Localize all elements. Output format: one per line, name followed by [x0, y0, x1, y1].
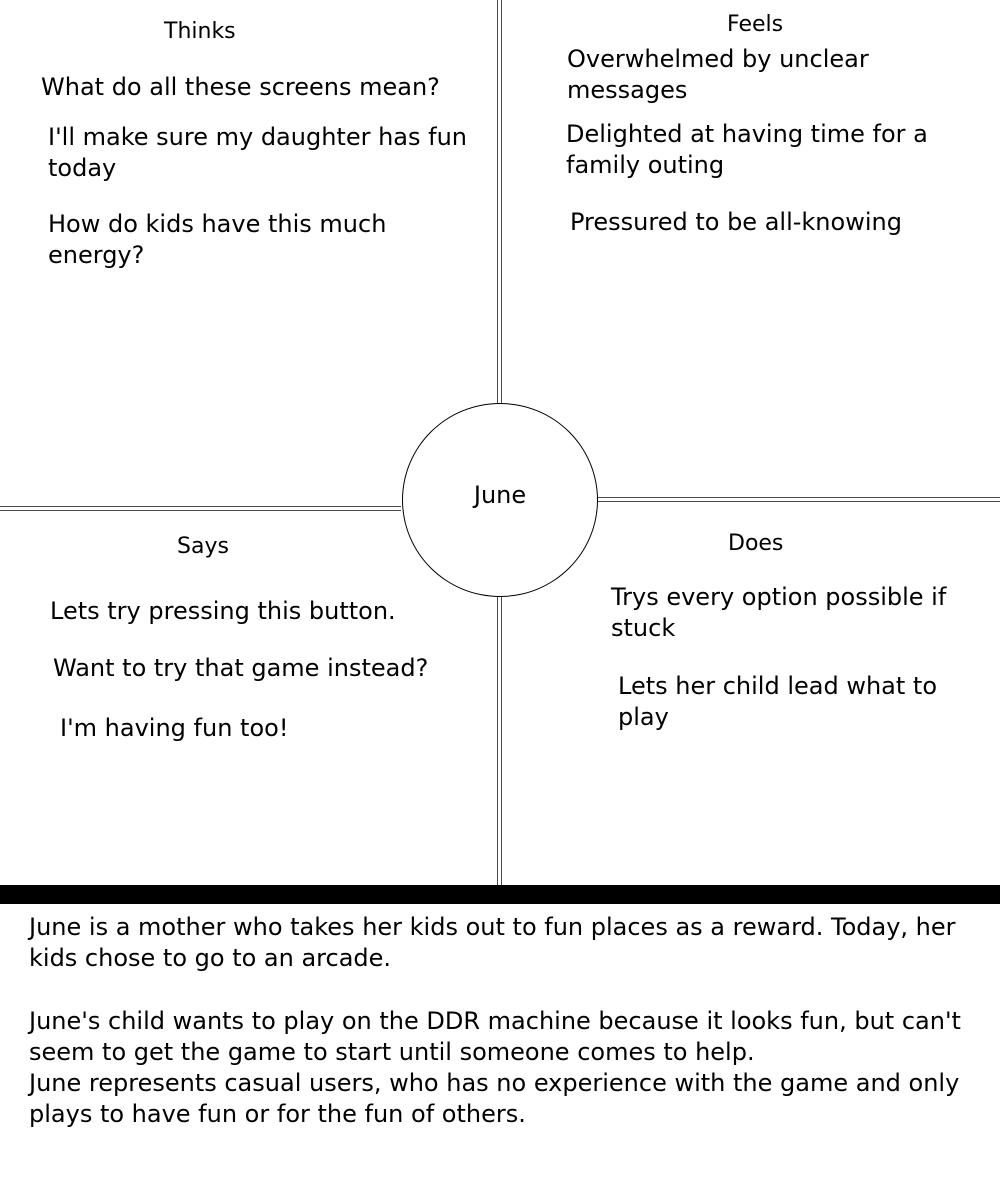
description-paragraph: June represents casual users, who has no… [29, 1069, 960, 1128]
description-separator [0, 885, 1000, 904]
feels-note: Pressured to be all-knowing [570, 208, 902, 236]
description-paragraph: June's child wants to play on the DDR ma… [29, 1007, 961, 1066]
right-horizontal-divider [598, 497, 1000, 502]
thinks-note: What do all these screens mean? [41, 73, 440, 101]
left-horizontal-divider [0, 506, 401, 511]
thinks-note: I'll make sure my daughter has fun today [48, 123, 468, 182]
does-title: Does [728, 531, 784, 556]
feels-note: Delighted at having time for a family ou… [566, 120, 928, 179]
feels-title: Feels [727, 12, 784, 37]
thinks-note: How do kids have this much energy? [48, 210, 387, 269]
does-note: Trys every option possible if stuck [611, 583, 947, 642]
top-vertical-divider [497, 0, 502, 404]
says-note: I'm having fun too! [60, 714, 289, 742]
feels-note: Overwhelmed by unclear messages [567, 45, 869, 104]
says-note: Lets try pressing this button. [50, 597, 396, 625]
says-title: Says [177, 534, 229, 559]
does-note: Lets her child lead what to play [618, 672, 938, 731]
says-note: Want to try that game instead? [53, 654, 429, 682]
bottom-vertical-divider [497, 596, 502, 886]
thinks-title: Thinks [164, 19, 236, 44]
persona-name: June [473, 481, 527, 509]
description-paragraph: June is a mother who takes her kids out … [29, 913, 956, 972]
